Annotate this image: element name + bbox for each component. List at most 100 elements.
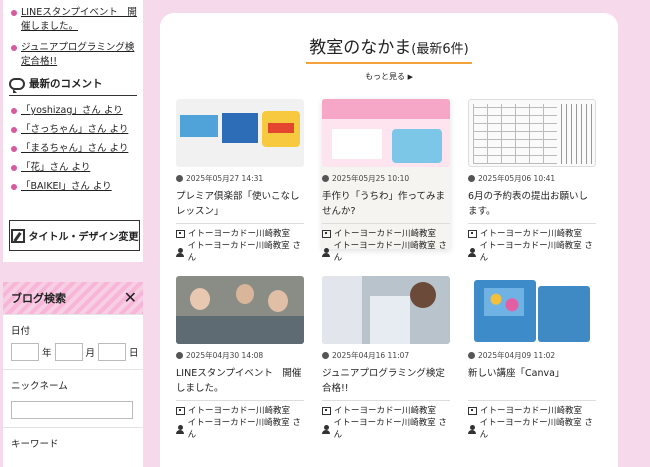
post-card[interactable]: 2025年05月25 10:10 手作り「うちわ」作ってみませんか? イトーヨー…: [322, 99, 450, 263]
more-link-label: もっと見る: [365, 72, 406, 81]
nickname-input[interactable]: [11, 401, 133, 419]
comment-link[interactable]: 「花」さん より: [21, 162, 90, 173]
close-icon[interactable]: ✕: [124, 290, 137, 306]
post-title[interactable]: LINEスタンプイベント 開催しました。: [176, 366, 304, 396]
news-item[interactable]: ジュニアプログラミング検定合格!!: [9, 41, 137, 69]
post-title[interactable]: ジュニアプログラミング検定合格!!: [322, 366, 450, 396]
post-thumbnail[interactable]: [468, 276, 596, 344]
building-icon: [468, 230, 477, 238]
nickname-label: ニックネーム: [3, 369, 143, 396]
comment-link[interactable]: 「さっちゃん」さん より: [21, 124, 128, 135]
person-icon: [176, 247, 185, 257]
bullet-icon: [11, 146, 17, 152]
post-thumbnail[interactable]: [176, 99, 304, 167]
post-school: イトーヨーカドー川崎教室: [468, 405, 596, 417]
panel-title-wrap: 教室のなかま(最新6件): [160, 33, 618, 64]
post-thumbnail[interactable]: [176, 276, 304, 344]
clock-icon: [176, 352, 183, 359]
author-name: イトーヨーカドー川崎教室 さん: [187, 241, 301, 263]
year-label: 年: [42, 348, 52, 359]
clock-icon: [322, 352, 329, 359]
year-input[interactable]: [11, 343, 39, 361]
post-school: イトーヨーカドー川崎教室: [322, 405, 450, 417]
post-title[interactable]: プレミア倶楽部「使いこなしレッスン」: [176, 189, 304, 219]
keyword-label: キーワード: [3, 427, 143, 454]
bullet-icon: [11, 108, 17, 114]
day-input[interactable]: [98, 343, 127, 361]
post-date-text: 2025年05月25 10:10: [332, 174, 410, 183]
post-date-text: 2025年04月16 11:07: [332, 351, 410, 360]
bullet-icon: [11, 184, 17, 190]
pencil-icon: [10, 228, 25, 243]
date-fields: 年 月 日: [3, 341, 143, 369]
bullet-icon: [11, 127, 17, 133]
comment-item[interactable]: 「さっちゃん」さん より: [9, 123, 137, 137]
author-name: イトーヨーカドー川崎教室 さん: [333, 418, 447, 440]
month-input[interactable]: [54, 343, 83, 361]
comment-item[interactable]: 「BAIKEI」さん より: [9, 180, 137, 194]
school-name: イトーヨーカドー川崎教室: [480, 406, 583, 416]
post-card[interactable]: 2025年04月16 11:07 ジュニアプログラミング検定合格!! イトーヨー…: [322, 276, 450, 440]
title-design-label: タイトル・デザイン変更: [28, 232, 139, 243]
post-date-text: 2025年05月27 14:31: [186, 174, 264, 183]
building-icon: [176, 230, 185, 238]
blog-search-header: ブログ検索 ✕: [3, 282, 143, 314]
post-school: イトーヨーカドー川崎教室: [176, 228, 304, 240]
bullet-icon: [11, 10, 17, 16]
clock-icon: [468, 175, 475, 182]
clock-icon: [322, 175, 329, 182]
post-thumbnail[interactable]: [322, 276, 450, 344]
comment-link[interactable]: 「BAIKEI」さん より: [21, 181, 112, 192]
comment-link[interactable]: 「yoshizag」さん より: [21, 105, 123, 116]
comments-heading: 最新のコメント: [9, 76, 137, 96]
post-card[interactable]: 2025年04月09 11:02 新しい講座「Canva」 イトーヨーカドー川崎…: [468, 276, 596, 440]
author-name: イトーヨーカドー川崎教室 さん: [479, 241, 593, 263]
post-title[interactable]: 新しい講座「Canva」: [468, 366, 596, 396]
comments-title: 最新のコメント: [29, 78, 103, 90]
post-date: 2025年05月27 14:31: [176, 173, 304, 184]
chat-bubble-icon: [9, 77, 25, 93]
title-design-button[interactable]: タイトル・デザイン変更: [9, 220, 140, 251]
month-label: 月: [85, 348, 96, 359]
post-date: 2025年04月09 11:02: [468, 350, 596, 361]
post-thumbnail[interactable]: [468, 99, 596, 167]
blog-search-panel: ブログ検索 ✕ 日付 年 月 日 ニックネーム キーワード: [3, 282, 143, 467]
bullet-icon: [11, 45, 17, 51]
comment-item[interactable]: 「まるちゃん」さん より: [9, 142, 137, 156]
page-title-sub: (最新6件): [411, 42, 469, 57]
building-icon: [322, 407, 331, 415]
news-link[interactable]: LINEスタンプイベント 開催しました。: [21, 7, 137, 32]
news-link[interactable]: ジュニアプログラミング検定合格!!: [21, 42, 134, 67]
post-author: イトーヨーカドー川崎教室 さん: [468, 417, 596, 441]
date-label: 日付: [3, 314, 143, 341]
post-card[interactable]: 2025年05月27 14:31 プレミア倶楽部「使いこなしレッスン」 イトーヨ…: [176, 99, 304, 263]
page-title: 教室のなかま(最新6件): [306, 33, 472, 64]
school-name: イトーヨーカドー川崎教室: [188, 229, 291, 239]
post-thumbnail[interactable]: [322, 99, 450, 167]
post-author: イトーヨーカドー川崎教室 さん: [322, 240, 450, 264]
person-icon: [176, 424, 185, 434]
comment-item[interactable]: 「yoshizag」さん より: [9, 104, 137, 118]
more-link[interactable]: もっと見る ▶: [160, 71, 618, 82]
post-date-text: 2025年05月06 10:41: [478, 174, 556, 183]
post-date: 2025年04月30 14:08: [176, 350, 304, 361]
news-item[interactable]: LINEスタンプイベント 開催しました。: [9, 6, 137, 34]
comment-link[interactable]: 「まるちゃん」さん より: [21, 143, 128, 154]
post-school: イトーヨーカドー川崎教室: [322, 228, 450, 240]
person-icon: [322, 247, 331, 257]
post-author: イトーヨーカドー川崎教室 さん: [176, 417, 304, 441]
post-school: イトーヨーカドー川崎教室: [176, 405, 304, 417]
post-title[interactable]: 6月の予約表の提出お願いします。: [468, 189, 596, 219]
post-card[interactable]: 2025年05月06 10:41 6月の予約表の提出お願いします。 イトーヨーカ…: [468, 99, 596, 263]
building-icon: [468, 407, 477, 415]
person-icon: [468, 247, 477, 257]
school-name: イトーヨーカドー川崎教室: [334, 229, 437, 239]
classroom-members-panel: 教室のなかま(最新6件) もっと見る ▶ 2025年05月27 14:31 プレ…: [160, 13, 618, 467]
comment-item[interactable]: 「花」さん より: [9, 161, 137, 175]
school-name: イトーヨーカドー川崎教室: [480, 229, 583, 239]
post-card[interactable]: 2025年04月30 14:08 LINEスタンプイベント 開催しました。 イト…: [176, 276, 304, 440]
author-name: イトーヨーカドー川崎教室 さん: [479, 418, 593, 440]
person-icon: [322, 424, 331, 434]
post-title[interactable]: 手作り「うちわ」作ってみませんか?: [322, 189, 450, 219]
author-name: イトーヨーカドー川崎教室 さん: [333, 241, 447, 263]
